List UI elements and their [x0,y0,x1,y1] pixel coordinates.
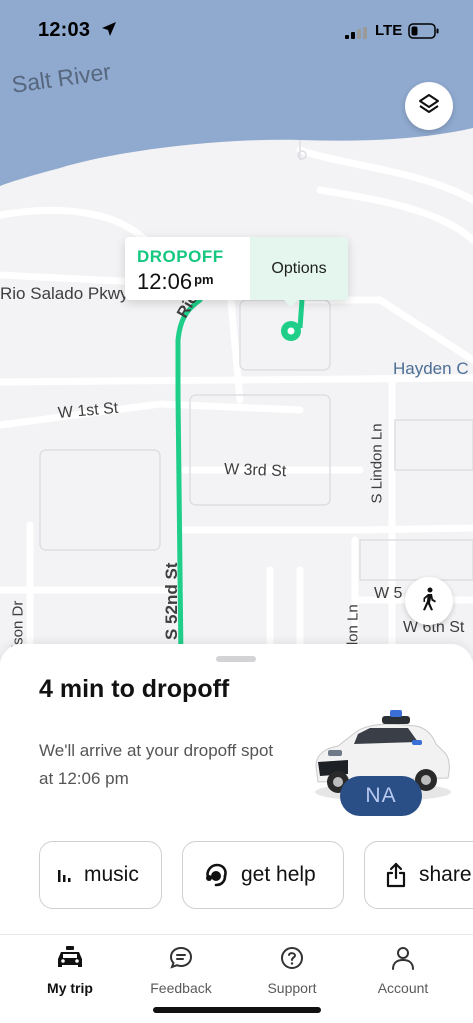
car-icon [56,945,84,976]
status-time: 12:03 [38,19,91,41]
map-layers-button[interactable] [405,82,453,130]
callout-title: DROPOFF [137,247,224,266]
status-bar: 12:03 LTE [0,0,473,60]
signal-icon [345,26,369,44]
street-label-hayden: Hayden C [393,359,469,378]
map-view[interactable]: Salt River Rio Salado Pkwy Rio W 1st St … [0,0,473,660]
tab-my-trip-label: My trip [47,980,93,996]
tab-feedback[interactable]: Feedback [136,945,226,996]
network-label: LTE [375,22,403,39]
street-label-s-lindon: S Lindon Ln [368,423,386,504]
share-icon [385,862,407,888]
tab-account[interactable]: Account [358,945,448,996]
tab-my-trip[interactable]: My trip [25,945,115,996]
get-help-label: get help [241,863,316,886]
street-label-rio-salado: Rio Salado Pkwy [0,284,129,303]
layers-icon [417,92,441,121]
vehicle-id-badge: NA [340,776,422,816]
sheet-drag-handle[interactable] [216,656,256,662]
street-label-w-5: W 5 [374,585,403,602]
music-button[interactable]: music [39,841,162,909]
action-chips: music get help share [39,841,473,909]
question-circle-icon [279,945,305,976]
callout-tail [282,298,300,307]
music-label: music [84,863,139,886]
headset-icon [203,862,229,888]
chat-bubble-icon [168,945,194,976]
eta-title: 4 min to dropoff [39,675,230,703]
share-button[interactable]: share [364,841,473,909]
tab-support-label: Support [267,980,317,996]
callout-ampm: pm [194,272,214,287]
walking-person-icon [419,587,439,616]
get-help-button[interactable]: get help [182,841,344,909]
battery-icon [408,23,440,44]
bottom-tab-bar: My trip Feedback Support Account [0,934,473,1023]
street-label-w-3rd: W 3rd St [223,461,287,481]
music-bars-icon [58,868,72,882]
dropoff-callout: DROPOFF 12:06 pm Options [125,237,348,307]
map-canvas [0,0,473,660]
callout-time-value: 12:06 [137,269,193,294]
tab-feedback-label: Feedback [150,980,212,996]
callout-info: DROPOFF 12:06 pm [125,237,250,300]
person-icon [390,945,416,976]
tab-account-label: Account [377,980,429,996]
street-label-s-52nd: S 52nd St [162,562,181,640]
walking-directions-button[interactable] [405,577,453,625]
tab-support[interactable]: Support [247,945,337,996]
options-button[interactable]: Options [250,237,348,300]
trip-sheet: 4 min to dropoff We'll arrive at your dr… [0,644,473,934]
home-indicator[interactable] [153,1007,321,1013]
callout-time: 12:06 pm [137,269,250,295]
eta-description: We'll arrive at your dropoff spot at 12:… [39,741,274,788]
location-arrow-icon [101,21,117,42]
share-label: share [419,863,472,886]
